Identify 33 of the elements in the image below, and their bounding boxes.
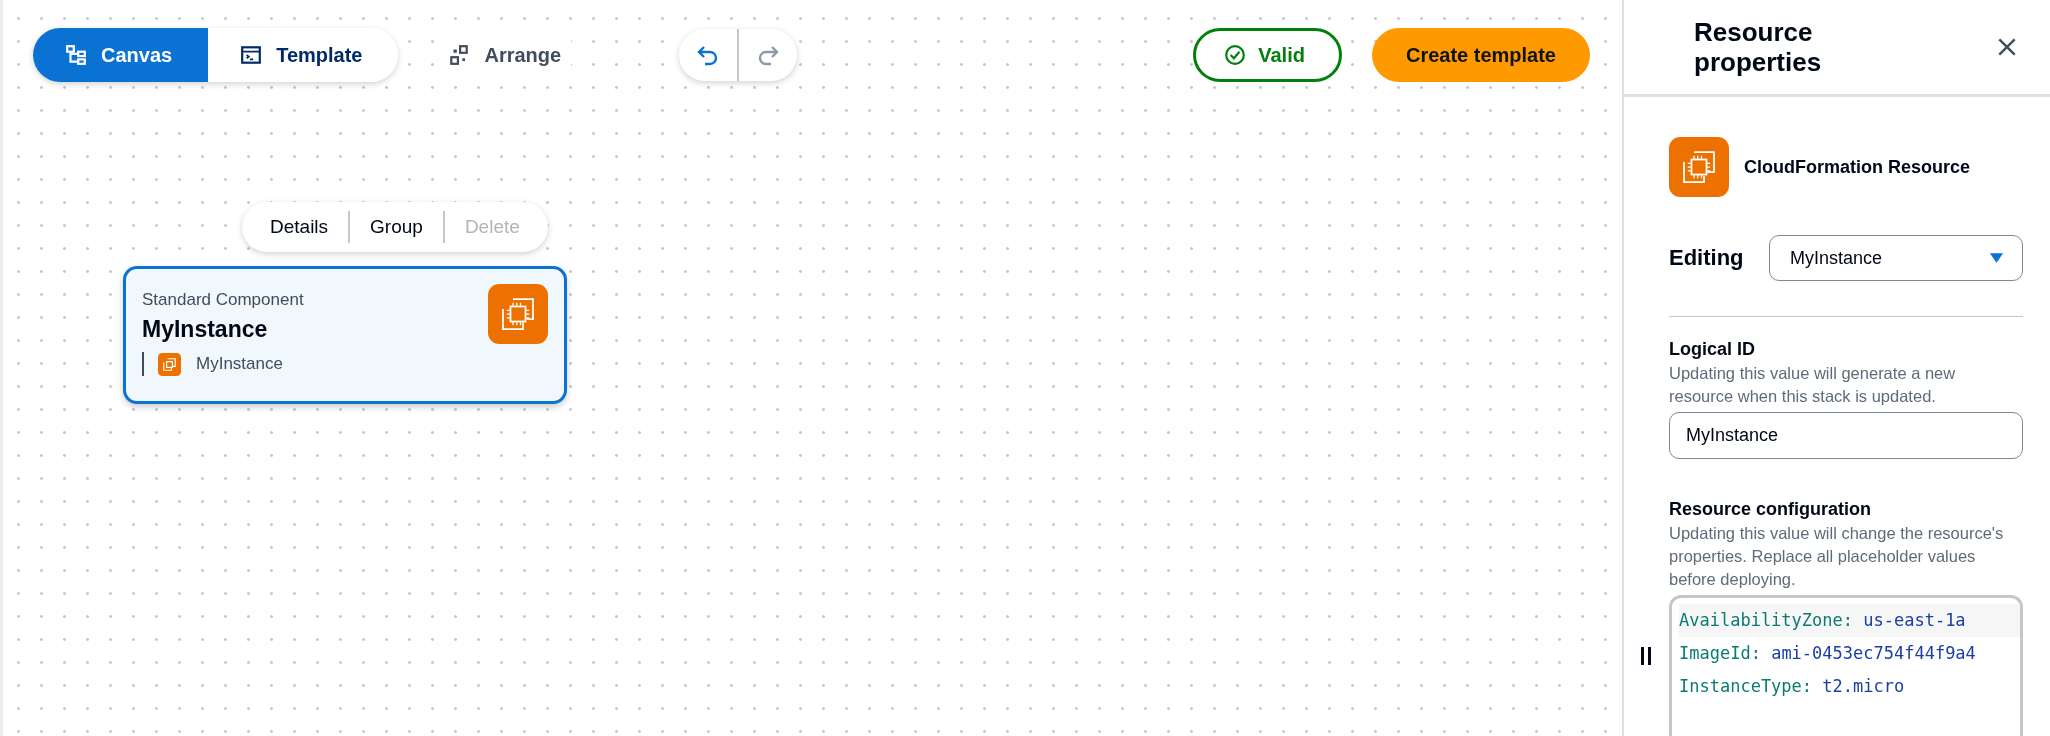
view-tab[interactable]: Template [208,28,399,82]
resize-handle-icon[interactable] [1640,646,1652,666]
close-icon [1996,36,2018,58]
menu-item[interactable]: Details [250,216,349,238]
code-line: InstanceType: t2.micro [1679,675,1906,698]
field-description: Updating this value will change the resource's properties. Replace all placeholder values before deploying. [1669,523,2005,590]
create-template-button[interactable]: Create template [1371,28,1590,82]
component-node[interactable]: Standard Component MyInstance MyInstance [123,266,567,404]
field-label: Resource configuration [1669,499,1873,520]
caret-icon [1989,252,2004,264]
resource-select[interactable]: MyInstance [1769,235,2023,281]
view-tab[interactable]: Canvas [33,28,209,82]
arrange-icon [448,44,471,66]
chip-icon [158,352,181,376]
code-line: ImageId: ami-0453ec754f44f9a4 [1679,642,1977,665]
field-label: Logical ID [1669,339,1756,360]
resource-type: CloudFormation Resource [1744,156,1971,178]
editing-label: Editing [1669,245,1745,271]
node-type-label: Standard Component [142,290,304,310]
field-description: Updating this value will generate a new resource when this stack is updated. [1669,363,1957,407]
node-title: MyInstance [142,316,269,343]
panel-title: Resource properties [1694,17,1823,77]
validation-label: Valid [1258,43,1305,67]
chip-icon [1669,137,1729,197]
redo-icon [756,43,781,67]
code-editor[interactable]: AvailabilityZone: us-east-1a ImageId: ami-0453ec754f44f9a4 InstanceType: t2.micro [1669,595,2023,736]
menu-item[interactable]: Group [350,216,443,238]
check-circle-icon [1224,44,1247,66]
terminal-icon [240,44,263,66]
logical-id-field[interactable]: MyInstance [1669,412,2023,459]
resource-label: MyInstance [196,354,283,374]
chip-icon [488,284,548,344]
diagram-icon [65,44,87,66]
